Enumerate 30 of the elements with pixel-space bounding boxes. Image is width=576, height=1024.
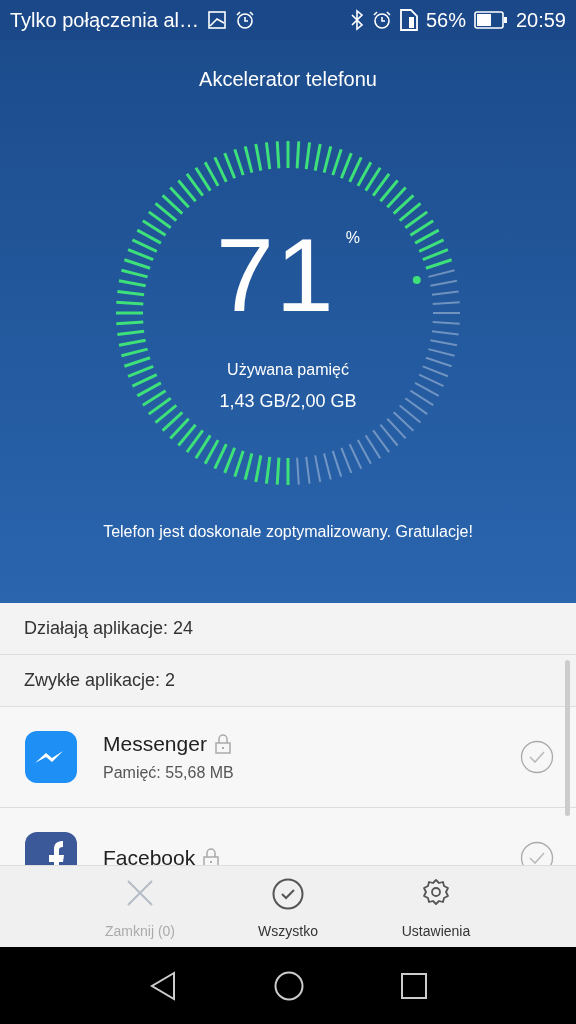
alarm-icon (371, 10, 392, 30)
check-circle-icon (272, 878, 304, 910)
image-icon (207, 10, 227, 30)
screen-title: Akcelerator telefonu (199, 68, 377, 91)
memory-percentage: 71 (216, 223, 336, 327)
home-icon[interactable] (274, 970, 304, 1001)
settings-icon (422, 878, 450, 906)
back-icon[interactable] (148, 970, 177, 1001)
recent-apps-icon[interactable] (401, 972, 428, 999)
messenger-icon (25, 731, 77, 783)
checkbox[interactable] (520, 740, 554, 774)
percent-sign: % (345, 229, 360, 247)
app-name: Facebook (103, 846, 196, 865)
action-button[interactable]: Ustawienia (380, 866, 492, 947)
status-message: Telefon jest doskonale zoptymalizowany. Gratulacje! (103, 523, 473, 541)
checkbox[interactable] (520, 841, 554, 865)
notification-text: Tylko połączenia al… (10, 8, 199, 32)
app-name: Messenger (103, 732, 207, 756)
gauge-dot (412, 275, 421, 284)
battery-icon (473, 11, 508, 29)
sim-card-icon (399, 9, 418, 31)
memory-label: Używana pamięć (227, 361, 349, 379)
bluetooth-icon (349, 9, 364, 31)
battery-percentage: 56% (425, 8, 466, 32)
clock-time: 20:59 (515, 8, 566, 32)
app-memory: Pamięć: 55,68 MB (103, 764, 235, 782)
close-icon (125, 878, 155, 908)
alarm-icon (235, 10, 255, 30)
memory-reading: 1,43 GB/2,00 GB (219, 391, 357, 412)
action-button[interactable]: Wszystko (232, 866, 344, 947)
